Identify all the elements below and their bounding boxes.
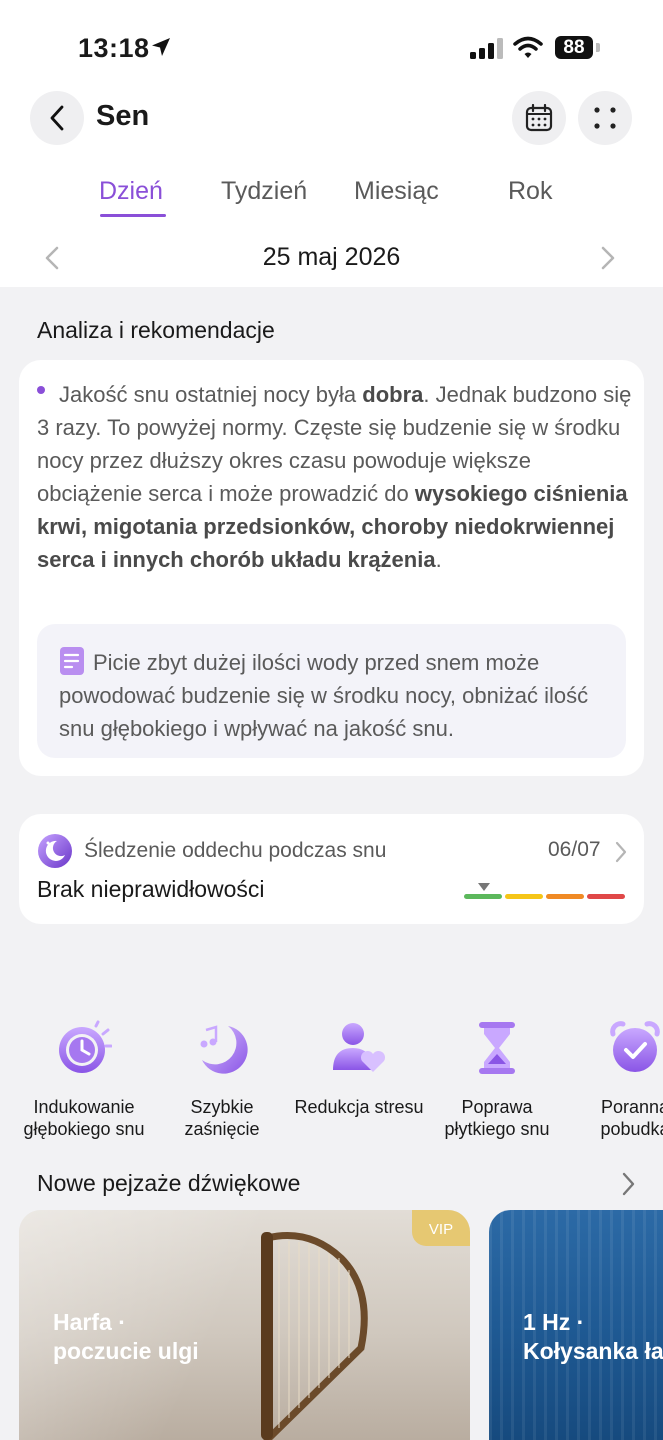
- hourglass-icon: [479, 1022, 515, 1074]
- harp-image: [261, 1232, 368, 1440]
- tab-year[interactable]: Rok: [508, 177, 552, 206]
- next-date-button[interactable]: [598, 246, 618, 270]
- status-time: 13:18: [78, 33, 150, 63]
- alarm-clock-icon: [610, 1021, 660, 1072]
- function-label-light-sleep: Poprawa płytkiego snu: [444, 1097, 550, 1139]
- scale-segment-mild: [505, 894, 543, 899]
- scale-segment-severe: [587, 894, 625, 899]
- function-stress-reduction[interactable]: [289, 1020, 429, 1076]
- current-date: 25 maj 2026: [262, 243, 401, 271]
- function-morning-wakeup[interactable]: [565, 1020, 663, 1076]
- tip-text: Picie zbyt dużej ilości wody przed snem …: [59, 646, 619, 745]
- note-icon: [60, 647, 84, 676]
- tip-box: Picie zbyt dużej ilości wody przed snem …: [37, 624, 626, 758]
- calendar-button[interactable]: [512, 91, 566, 145]
- location-arrow-icon: [152, 38, 170, 56]
- soundscapes-section-title: Nowe pejzaże dźwiękowe: [37, 1170, 301, 1196]
- function-label-fall-asleep: Szybkie zaśnięcie: [184, 1097, 260, 1139]
- analysis-section-title: Analiza i rekomendacje: [37, 317, 275, 343]
- chevron-right-icon: [615, 841, 627, 863]
- tab-month[interactable]: Miesiąc: [354, 177, 439, 206]
- scale-segment-normal: [464, 894, 502, 899]
- function-label-stress-reduction: Redukcja stresu: [294, 1097, 424, 1117]
- soundscape-card-harp[interactable]: Harfa · poczucie ulgi VIP: [19, 1210, 470, 1440]
- more-options-button[interactable]: [578, 91, 632, 145]
- tab-day[interactable]: Dzień: [99, 177, 163, 206]
- breathing-tracking-label: Śledzenie oddechu podczas snu: [84, 839, 387, 862]
- calendar-icon: [525, 104, 553, 132]
- breathing-tracking-card[interactable]: [19, 814, 644, 924]
- deep-sleep-clock-icon: [59, 1020, 112, 1073]
- function-light-sleep[interactable]: [427, 1020, 567, 1076]
- tab-week[interactable]: Tydzień: [221, 177, 307, 206]
- bullet-dot: [37, 386, 45, 395]
- moon-music-icon: [200, 1025, 248, 1074]
- cellular-signal-icon: [470, 38, 503, 59]
- function-fall-asleep[interactable]: [152, 1020, 292, 1076]
- chevron-right-icon[interactable]: [620, 1172, 636, 1196]
- active-tab-indicator: [100, 214, 166, 217]
- page-title: Sen: [96, 100, 150, 132]
- chevron-left-icon: [50, 105, 64, 131]
- person-heart-icon: [333, 1023, 386, 1072]
- back-button[interactable]: [30, 91, 84, 145]
- breathing-status: Brak nieprawidłowości: [37, 876, 265, 902]
- four-dots-icon: [594, 107, 616, 129]
- function-deep-sleep[interactable]: [14, 1020, 154, 1076]
- soundscape-title-lullaby: 1 Hz · Kołysanka ła: [523, 1309, 663, 1364]
- soundscape-card-lullaby[interactable]: 1 Hz · Kołysanka ła: [489, 1210, 663, 1440]
- analysis-text: Jakość snu ostatniej nocy była dobra. Je…: [37, 382, 632, 572]
- function-label-morning-wakeup: Poranna pobudka: [600, 1097, 663, 1139]
- scale-segment-moderate: [546, 894, 584, 899]
- breathing-tracking-date: 06/07: [548, 838, 601, 861]
- vip-badge: VIP: [412, 1210, 470, 1246]
- wifi-icon: [513, 36, 543, 58]
- battery-indicator: 88: [555, 36, 593, 59]
- sleep-quality: dobra: [362, 382, 424, 407]
- battery-tip: [596, 43, 600, 52]
- scale-marker-icon: [478, 883, 490, 891]
- soundscape-title-harp: Harfa · poczucie ulgi: [53, 1309, 199, 1364]
- function-label-deep-sleep: Indukowanie głębokiego snu: [23, 1097, 145, 1139]
- sleep-breathing-icon: [38, 834, 72, 868]
